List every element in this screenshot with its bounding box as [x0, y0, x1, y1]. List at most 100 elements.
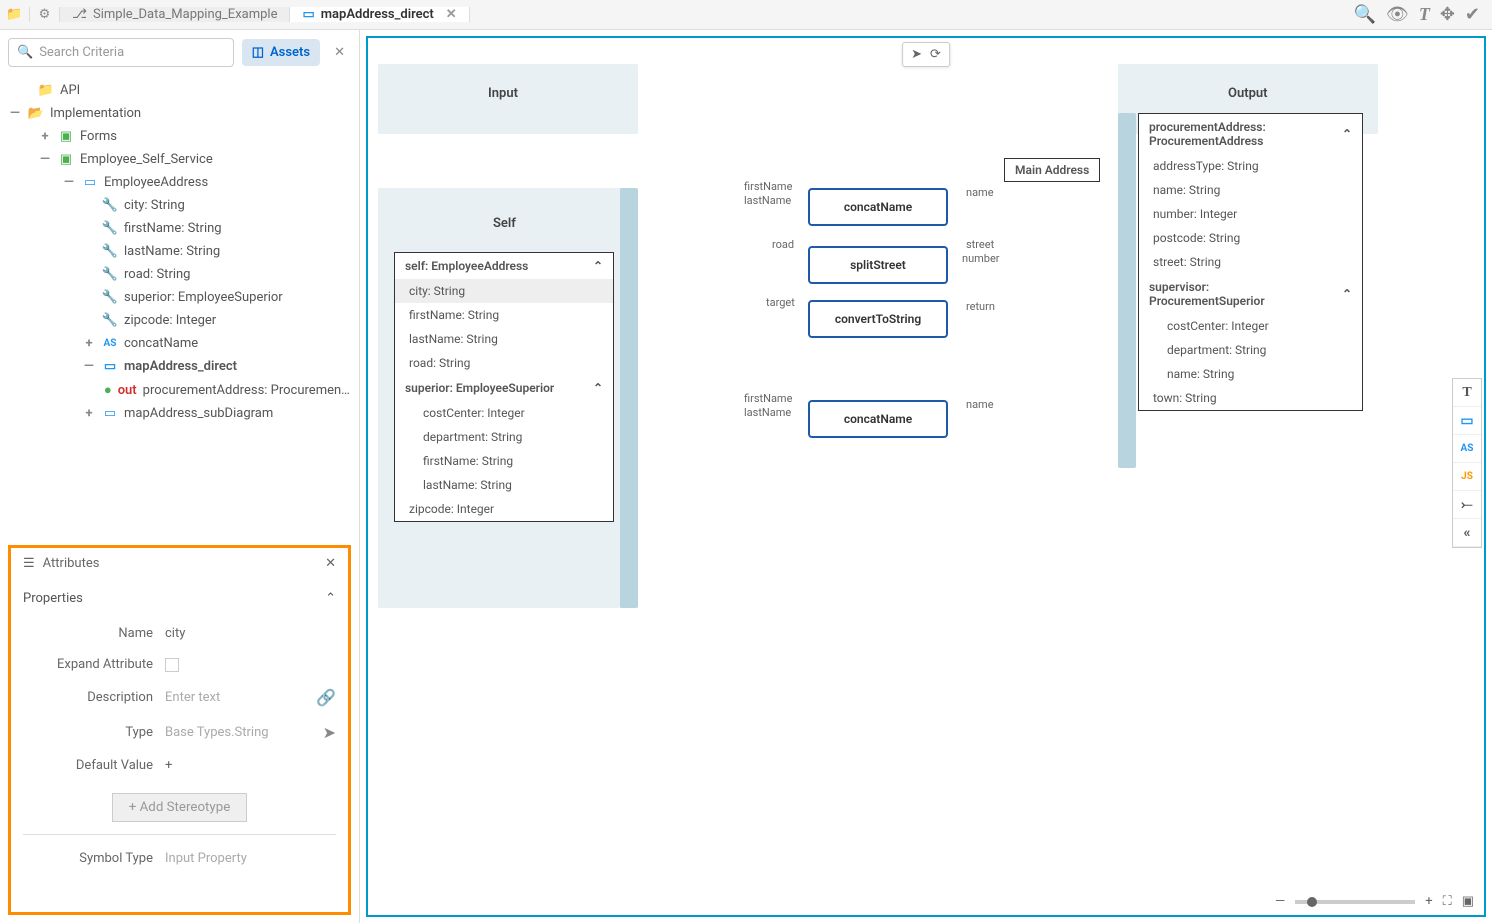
- expand-icon[interactable]: +: [82, 406, 96, 421]
- zoom-out-icon[interactable]: —: [1275, 894, 1285, 909]
- tab-mapaddress-direct[interactable]: ▭ mapAddress_direct ✕: [290, 7, 469, 22]
- node-header[interactable]: procurementAddress: ProcurementAddress⌃: [1139, 114, 1362, 154]
- gear-icon[interactable]: ⚙: [30, 7, 60, 22]
- node-item-addresstype[interactable]: addressType: String: [1139, 154, 1362, 178]
- fn-concatname-1[interactable]: concatName: [808, 188, 948, 226]
- checkbox[interactable]: [165, 658, 179, 672]
- tree-item-out[interactable]: ● out procurementAddress: ProcurementAdd…: [0, 378, 359, 402]
- node-item-street[interactable]: street: String: [1139, 250, 1362, 274]
- collapse-icon[interactable]: —: [82, 359, 96, 374]
- chevron-up-icon[interactable]: ⌃: [1342, 287, 1352, 301]
- main-address-label[interactable]: Main Address: [1004, 158, 1100, 182]
- tree-item-api[interactable]: 📁API: [0, 79, 359, 102]
- class-icon: ▭: [82, 175, 98, 190]
- node-item-out-costcenter[interactable]: costCenter: Integer: [1139, 314, 1362, 338]
- tree-item-mapaddress-sub[interactable]: +▭mapAddress_subDiagram: [0, 402, 359, 425]
- collapse-tool[interactable]: «: [1453, 519, 1481, 547]
- prop-value[interactable]: Base Types.String: [165, 725, 269, 740]
- prop-value[interactable]: city: [165, 626, 185, 641]
- properties-section[interactable]: Properties ⌃: [23, 579, 336, 618]
- tree-item-superior[interactable]: 🔧superior: EmployeeSuperior: [0, 286, 359, 309]
- expand-icon[interactable]: +: [82, 336, 96, 351]
- expand-icon[interactable]: +: [38, 129, 52, 144]
- script-tool[interactable]: AS: [1453, 435, 1481, 463]
- node-item-town[interactable]: town: String: [1139, 386, 1362, 410]
- fn-concatname-2[interactable]: concatName: [808, 400, 948, 438]
- tree-item-concatname[interactable]: +ASconcatName: [0, 332, 359, 355]
- tree-item-lastname[interactable]: 🔧lastName: String: [0, 240, 359, 263]
- fn-splitstreet[interactable]: splitStreet: [808, 246, 948, 284]
- close-icon[interactable]: ✕: [446, 7, 457, 22]
- output-node[interactable]: procurementAddress: ProcurementAddress⌃ …: [1138, 113, 1363, 411]
- fit-icon[interactable]: ⛶: [1443, 894, 1452, 909]
- tree-item-employeeaddress[interactable]: —▭EmployeeAddress: [0, 171, 359, 194]
- zoom-in-icon[interactable]: +: [1425, 894, 1432, 909]
- search-input[interactable]: 🔍 Search Criteria: [8, 38, 234, 67]
- tab-simple-data-mapping[interactable]: ⎇ Simple_Data_Mapping_Example: [60, 7, 290, 22]
- add-icon[interactable]: +: [165, 758, 172, 773]
- node-item-lastname[interactable]: lastName: String: [395, 327, 613, 351]
- assets-button[interactable]: ◫ Assets: [242, 39, 320, 66]
- node-item-road[interactable]: road: String: [395, 351, 613, 375]
- zoom-slider[interactable]: [1295, 900, 1415, 904]
- node-item-sup-firstname[interactable]: firstName: String: [395, 449, 613, 473]
- node-item-firstname[interactable]: firstName: String: [395, 303, 613, 327]
- tree-item-zipcode[interactable]: 🔧zipcode: Integer: [0, 309, 359, 332]
- eye-icon[interactable]: 👁: [1386, 4, 1409, 25]
- chevron-up-icon[interactable]: ⌃: [593, 381, 603, 395]
- validate-icon[interactable]: ✔: [1465, 4, 1480, 25]
- wrench-icon: 🔧: [102, 244, 118, 259]
- actual-size-icon[interactable]: ▣: [1462, 894, 1474, 909]
- tree-item-city[interactable]: 🔧city: String: [0, 194, 359, 217]
- node-item-sup-lastname[interactable]: lastName: String: [395, 473, 613, 497]
- link-icon[interactable]: 🔗: [316, 688, 336, 707]
- close-icon[interactable]: ✕: [325, 556, 336, 571]
- prop-placeholder[interactable]: Enter text: [165, 690, 220, 705]
- tree-item-forms[interactable]: +▣Forms: [0, 125, 359, 148]
- prop-label: Name: [23, 626, 153, 641]
- node-item-costcenter[interactable]: costCenter: Integer: [395, 401, 613, 425]
- chevron-up-icon[interactable]: ⌃: [593, 259, 603, 273]
- asset-tree[interactable]: 📁API —📂Implementation +▣Forms —▣Employee…: [0, 75, 359, 537]
- node-item-postcode[interactable]: postcode: String: [1139, 226, 1362, 250]
- tree-item-firstname[interactable]: 🔧firstName: String: [0, 217, 359, 240]
- canvas-area[interactable]: ➤ ⟳ Input Self Output self: EmployeeAddr…: [360, 30, 1492, 923]
- chevron-up-icon[interactable]: ⌃: [1342, 127, 1352, 141]
- move-icon[interactable]: ✥: [1440, 4, 1455, 25]
- node-item-zipcode[interactable]: zipcode: Integer: [395, 497, 613, 521]
- node-item-out-department[interactable]: department: String: [1139, 338, 1362, 362]
- add-stereotype-button[interactable]: + Add Stereotype: [112, 793, 248, 822]
- fn-converttostring[interactable]: convertToString: [808, 300, 948, 338]
- class-tool[interactable]: ▭: [1453, 407, 1481, 435]
- self-node[interactable]: self: EmployeeAddress⌃ city: String firs…: [394, 252, 614, 522]
- tree-item-ess[interactable]: —▣Employee_Self_Service: [0, 148, 359, 171]
- chevron-up-icon[interactable]: ⌃: [325, 591, 336, 606]
- js-tool[interactable]: JS: [1453, 463, 1481, 491]
- collapse-icon[interactable]: —: [38, 152, 52, 167]
- folder-icon[interactable]: 📁: [0, 7, 30, 22]
- collapse-icon[interactable]: —: [8, 106, 22, 121]
- tree-item-mapaddress-direct[interactable]: —▭mapAddress_direct: [0, 355, 359, 378]
- search-icon[interactable]: 🔍: [1354, 4, 1376, 25]
- node-item-name[interactable]: name: String: [1139, 178, 1362, 202]
- navigate-icon[interactable]: ➤: [323, 723, 336, 742]
- node-item-number[interactable]: number: Integer: [1139, 202, 1362, 226]
- node-superior-header[interactable]: superior: EmployeeSuperior⌃: [395, 375, 613, 401]
- tree-item-implementation[interactable]: —📂Implementation: [0, 102, 359, 125]
- navigate-icon[interactable]: ➤: [911, 47, 922, 62]
- node-item-out-name[interactable]: name: String: [1139, 362, 1362, 386]
- refresh-icon[interactable]: ⟳: [930, 47, 941, 62]
- close-icon[interactable]: ✕: [328, 45, 351, 60]
- node-item-city[interactable]: city: String: [395, 279, 613, 303]
- mapping-canvas[interactable]: ➤ ⟳ Input Self Output self: EmployeeAddr…: [366, 36, 1486, 917]
- prop-name: Name city: [23, 618, 336, 649]
- node-header[interactable]: self: EmployeeAddress⌃: [395, 253, 613, 279]
- text-tool[interactable]: T: [1453, 379, 1481, 407]
- node-item-department[interactable]: department: String: [395, 425, 613, 449]
- collapse-icon[interactable]: —: [62, 175, 76, 190]
- tree-item-road[interactable]: 🔧road: String: [0, 263, 359, 286]
- connect-tool[interactable]: ⤚: [1453, 491, 1481, 519]
- prop-description: Description Enter text 🔗: [23, 680, 336, 715]
- node-supervisor-header[interactable]: supervisor: ProcurementSuperior⌃: [1139, 274, 1362, 314]
- text-icon[interactable]: T: [1419, 4, 1430, 25]
